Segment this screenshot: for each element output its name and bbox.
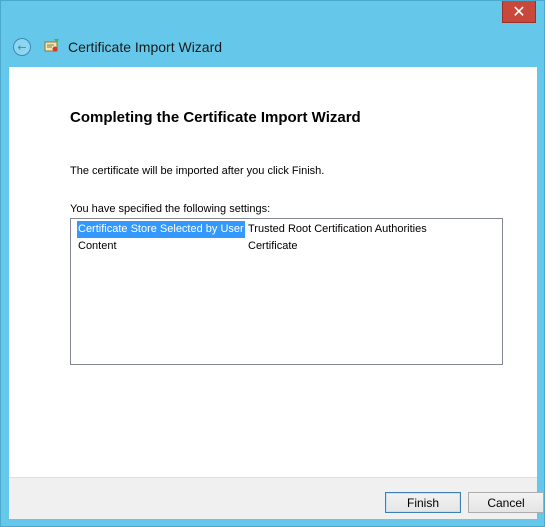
settings-row-key: Content <box>78 240 117 252</box>
finish-button[interactable]: Finish <box>385 492 461 513</box>
settings-row-value: Certificate <box>248 240 298 252</box>
certificate-wizard-icon <box>44 39 59 52</box>
button-bar: Finish Cancel <box>9 477 544 519</box>
title-bar: ← Certificate Import Wizard <box>1 27 544 67</box>
close-button[interactable]: ✕ <box>502 1 536 23</box>
page-heading: Completing the Certificate Import Wizard <box>70 109 361 126</box>
close-icon: ✕ <box>512 2 526 21</box>
cancel-button[interactable]: Cancel <box>468 492 544 513</box>
wizard-window: ✕ ← Certificate Import Wizard Completing… <box>0 0 545 527</box>
wizard-content: Completing the Certificate Import Wizard… <box>9 67 537 477</box>
back-button[interactable]: ← <box>13 38 31 56</box>
back-arrow-icon: ← <box>17 40 27 54</box>
settings-row-value: Trusted Root Certification Authorities <box>248 223 427 235</box>
settings-list[interactable]: Certificate Store Selected by User Trust… <box>70 218 503 365</box>
settings-label: You have specified the following setting… <box>70 203 271 215</box>
settings-row-key: Certificate Store Selected by User <box>77 221 245 238</box>
wizard-title: Certificate Import Wizard <box>68 39 223 55</box>
info-text: The certificate will be imported after y… <box>70 165 325 177</box>
